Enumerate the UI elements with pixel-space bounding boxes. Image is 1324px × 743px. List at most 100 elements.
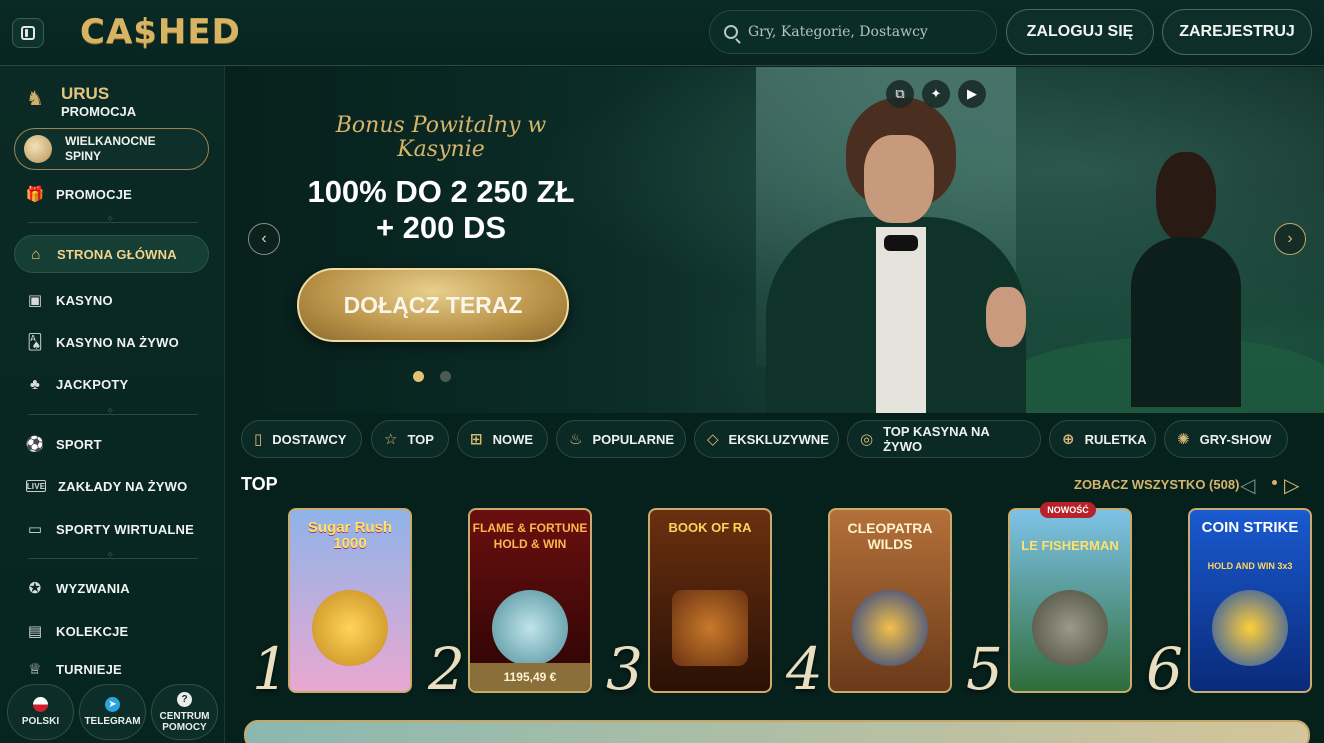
sidebar-item-strona-glowna[interactable]: ⌂ STRONA GŁÓWNA: [14, 235, 209, 273]
video-icon[interactable]: ▶: [958, 80, 986, 108]
category-ekskluzywne[interactable]: ◇ EKSKLUZYWNE: [694, 420, 839, 458]
easter-egg-icon: [24, 135, 52, 163]
game-art: [1032, 590, 1108, 666]
rank-number: 5: [966, 635, 1003, 703]
easter-spins-label: WIELKANOCNE SPINY: [65, 134, 156, 163]
game-card-1[interactable]: Sugar Rush 1000: [288, 508, 412, 693]
flag-pl-icon: [33, 697, 48, 712]
logo[interactable]: CA$HED: [80, 12, 241, 52]
category-dostawcy[interactable]: ▯ DOSTAWCY: [241, 420, 362, 458]
chevron-right-icon: ›: [1287, 230, 1293, 247]
rank-number: 3: [606, 635, 643, 703]
category-label: GRY-SHOW: [1199, 431, 1272, 447]
see-all-link[interactable]: ZOBACZ WSZYSTKO (508): [1074, 477, 1239, 492]
game-title: LE FISHERMAN: [1021, 538, 1119, 553]
sidebar-item-wyzwania[interactable]: ✪ WYZWANIA: [14, 569, 209, 607]
language-button[interactable]: POLSKI: [7, 684, 74, 740]
trophy-icon: ♕: [28, 661, 42, 678]
sidebar-item-jackpoty[interactable]: ♣ JACKPOTY: [14, 365, 209, 403]
carousel-next-icon[interactable]: ▷: [1284, 473, 1299, 498]
sidebar-item-label: KASYNO NA ŻYWO: [56, 334, 179, 350]
category-label: NOWE: [492, 431, 534, 447]
category-label: DOSTAWCY: [272, 431, 347, 447]
carousel-prev-icon[interactable]: ◁: [1240, 473, 1255, 498]
banner-dot-active[interactable]: [413, 371, 424, 382]
sparkle-icon[interactable]: ✦: [922, 80, 950, 108]
sidebar-item-label: PROMOCJE: [56, 186, 133, 202]
category-label: POPULARNE: [592, 431, 675, 447]
rank-number: 6: [1146, 635, 1183, 703]
cards-icon: 🂡: [27, 334, 43, 351]
sidebar-item-sport[interactable]: ⚽ SPORT: [14, 425, 209, 463]
search-bar[interactable]: [709, 10, 997, 54]
collection-icon: ▤: [27, 623, 43, 640]
sidebar-toggle-button[interactable]: [12, 18, 44, 48]
game-card-4[interactable]: CLEOPATRA WILDS: [828, 508, 952, 693]
challenge-icon: ✪: [28, 580, 42, 597]
sidebar-item-label: STRONA GŁÓWNA: [57, 246, 177, 262]
sidebar-divider: [28, 406, 198, 417]
rank-number: 2: [428, 635, 465, 703]
sidebar-item-zaklady-na-zywo[interactable]: LIVE ZAKŁADY NA ŻYWO: [14, 467, 209, 505]
game-title: FLAME & FORTUNE HOLD & WIN: [472, 521, 588, 551]
section-title: TOP: [241, 474, 278, 494]
sidebar-item-kasyno[interactable]: ▣ KASYNO: [14, 281, 209, 319]
category-label: RULETKA: [1084, 431, 1147, 447]
carousel-dot: [1272, 480, 1277, 485]
easter-spins-button[interactable]: WIELKANOCNE SPINY: [14, 128, 209, 170]
banner-prev-button[interactable]: ‹: [248, 223, 280, 255]
jackpot-amount: 1195,49 €: [470, 663, 590, 691]
category-popularne[interactable]: ♨ POPULARNE: [556, 420, 686, 458]
game-card-5[interactable]: LE FISHERMAN: [1008, 508, 1132, 693]
category-label: TOP: [407, 431, 434, 447]
game-art: [1212, 590, 1288, 666]
category-top[interactable]: ☆ TOP: [371, 420, 449, 458]
help-center-button[interactable]: ? CENTRUM POMOCY: [151, 684, 218, 740]
sidebar-item-kasyno-na-zywo[interactable]: 🂡 KASYNO NA ŻYWO: [14, 323, 209, 361]
join-now-button[interactable]: DOŁĄCZ TERAZ: [297, 268, 569, 342]
game-title: CLEOPATRA WILDS: [847, 520, 933, 552]
banner-next-button[interactable]: ›: [1274, 223, 1306, 255]
sidebar-item-sporty-wirtualne[interactable]: ▭ SPORTY WIRTUALNE: [14, 510, 209, 548]
search-input[interactable]: [748, 24, 978, 40]
sidebar-item-kolekcje[interactable]: ▤ KOLEKCJE: [14, 612, 209, 650]
live-icon: LIVE: [26, 480, 46, 492]
help-center-label: CENTRUM POMOCY: [159, 710, 210, 733]
game-art: [492, 590, 568, 666]
sidebar-item-label: WYZWANIA: [56, 580, 130, 596]
game-art: [852, 590, 928, 666]
sidebar-item-label: JACKPOTY: [56, 376, 129, 392]
banner-headline: 100% DO 2 250 ZŁ + 200 DS: [307, 174, 575, 245]
gift-box-icon: ⊞: [470, 431, 483, 448]
register-button[interactable]: ZAREJESTRUJ: [1162, 9, 1312, 55]
diamond-icon: ◇: [707, 431, 719, 448]
wheel-icon: ✺: [1177, 431, 1190, 448]
home-icon: ⌂: [31, 245, 41, 263]
banner-pagination: [413, 371, 451, 382]
category-label: EKSKLUZYWNE: [728, 431, 829, 447]
category-label: TOP KASYNA NA ŻYWO: [883, 424, 990, 454]
game-card-2[interactable]: FLAME & FORTUNE HOLD & WIN 1195,49 €: [468, 508, 592, 693]
gallery-icon[interactable]: ⧉: [886, 80, 914, 108]
sidebar-item-label: KOLEKCJE: [56, 623, 129, 639]
category-ruletka[interactable]: ⊕ RULETKA: [1049, 420, 1156, 458]
secondary-banner[interactable]: [244, 720, 1310, 743]
slot-icon: ▣: [27, 292, 43, 309]
category-top-kasyna-na-zywo[interactable]: ◎ TOP KASYNA NA ŻYWO: [847, 420, 1041, 458]
game-art: [312, 590, 388, 666]
banner-woman: [1131, 152, 1241, 407]
telegram-button[interactable]: ➤ TELEGRAM: [79, 684, 146, 740]
search-icon: [724, 25, 738, 39]
banner-dot[interactable]: [440, 371, 451, 382]
game-subtitle: HOLD AND WIN 3x3: [1207, 561, 1293, 571]
sidebar-item-promocje[interactable]: 🎁 PROMOCJE: [14, 175, 209, 213]
sidebar-item-turnieje[interactable]: ♕ TURNIEJE: [14, 654, 209, 684]
game-card-6[interactable]: COIN STRIKE HOLD AND WIN 3x3: [1188, 508, 1312, 693]
new-badge: NOWOŚĆ: [1040, 502, 1096, 518]
login-button[interactable]: ZALOGUJ SIĘ: [1006, 9, 1154, 55]
clover-icon: ♣: [29, 375, 41, 393]
flame-icon: ♨: [569, 431, 583, 448]
game-card-3[interactable]: BOOK OF RA: [648, 508, 772, 693]
category-gry-show[interactable]: ✺ GRY-SHOW: [1164, 420, 1288, 458]
category-nowe[interactable]: ⊞ NOWE: [457, 420, 548, 458]
